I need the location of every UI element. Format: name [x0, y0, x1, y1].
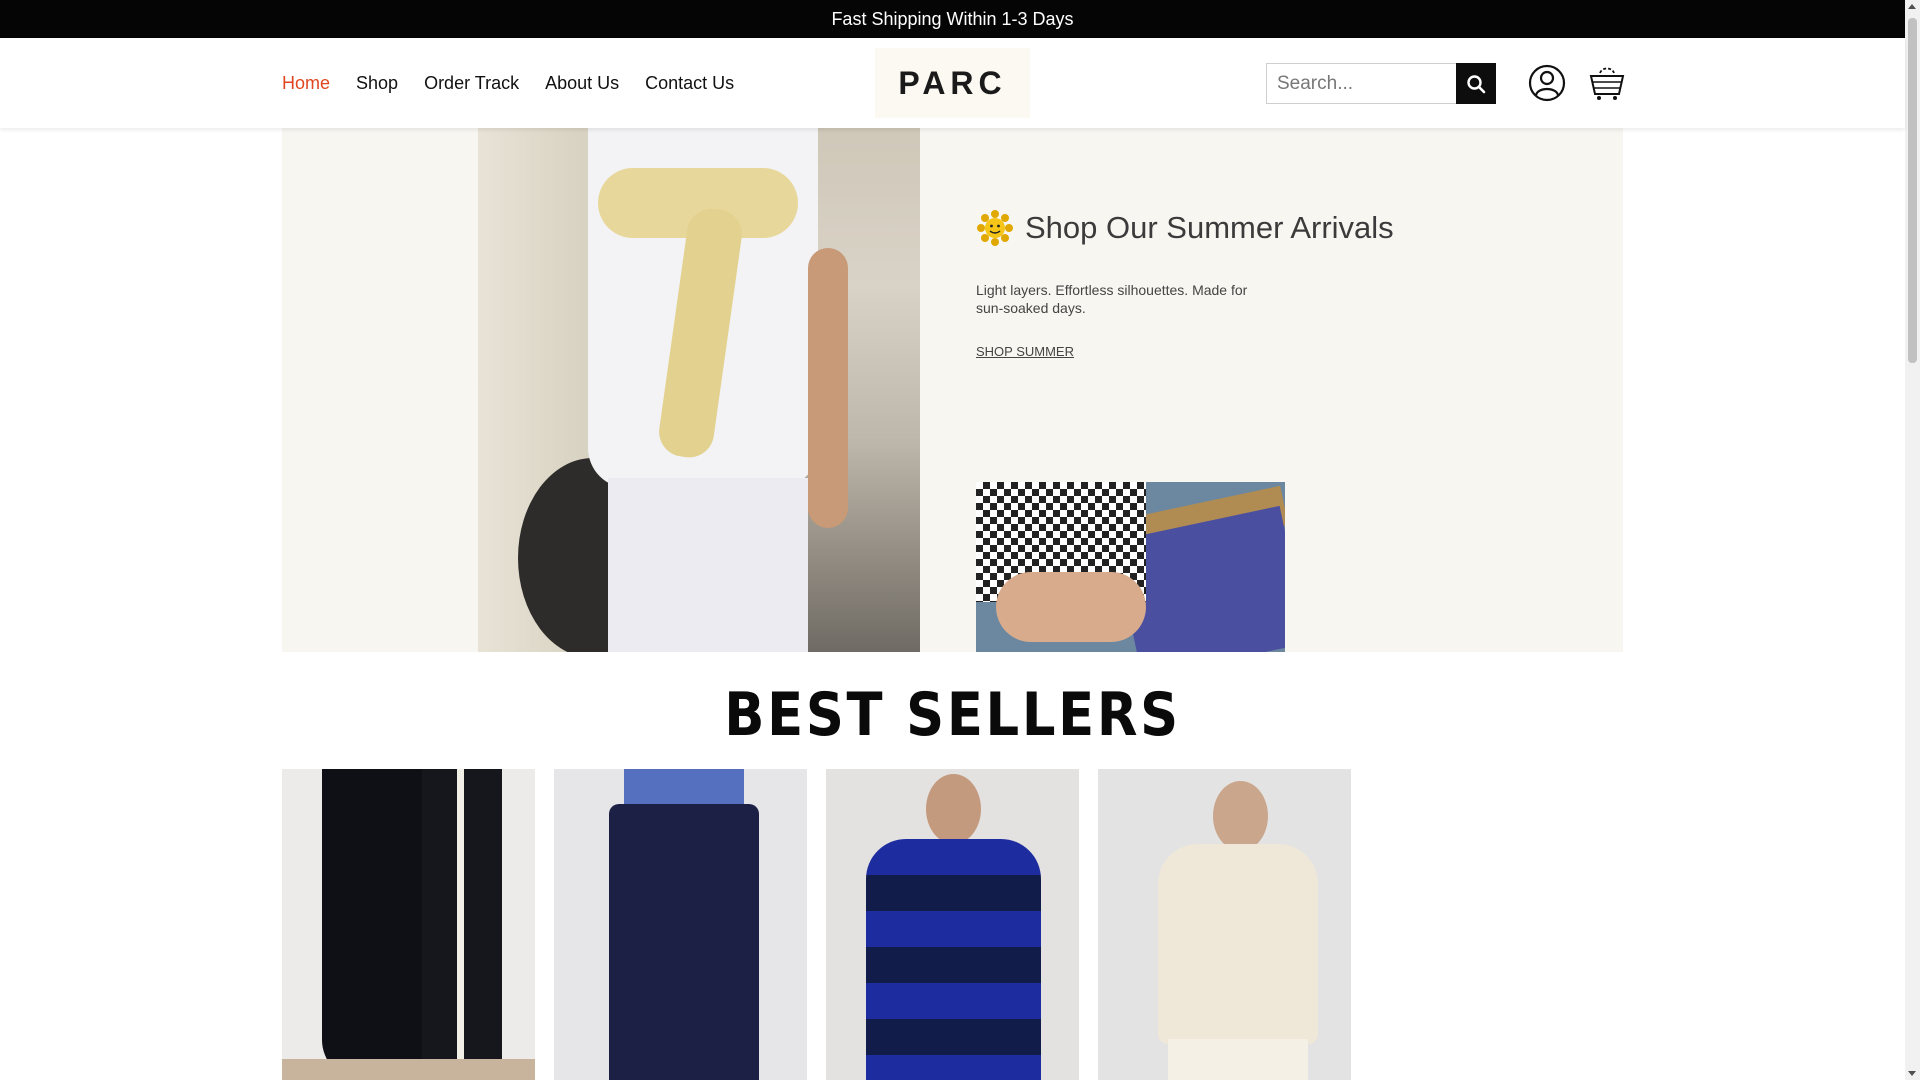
product-card[interactable]	[282, 769, 535, 1080]
best-sellers-grid	[282, 769, 1351, 1080]
product-card[interactable]	[1098, 769, 1351, 1080]
search-icon	[1467, 74, 1486, 93]
best-sellers-title: BEST SELLERS	[724, 680, 1181, 750]
product-card[interactable]	[554, 769, 807, 1080]
nav-home[interactable]: Home	[282, 73, 330, 94]
account-button[interactable]	[1526, 62, 1568, 104]
scroll-up-arrow-icon[interactable]	[1908, 4, 1916, 9]
logo-text: PARC	[898, 64, 1007, 101]
product-card[interactable]	[826, 769, 1079, 1080]
scroll-down-arrow-icon[interactable]	[1908, 1071, 1916, 1076]
nav-about-us[interactable]: About Us	[545, 73, 619, 94]
user-account-icon	[1528, 64, 1566, 102]
hero-main-photo	[478, 128, 920, 652]
hero-banner[interactable]: Shop Our Summer Arrivals Light layers. E…	[282, 128, 1623, 652]
hero-description: Light layers. Effortless silhouettes. Ma…	[976, 282, 1248, 316]
nav-contact-us[interactable]: Contact Us	[645, 73, 734, 94]
main-nav: Home Shop Order Track About Us Contact U…	[282, 38, 734, 128]
shop-summer-link[interactable]: SHOP SUMMER	[976, 344, 1074, 359]
shopping-cart-icon	[1589, 67, 1625, 100]
hero-secondary-photo	[976, 482, 1285, 652]
sun-flower-icon	[977, 210, 1013, 246]
search-button[interactable]	[1456, 63, 1496, 104]
page-scrollbar[interactable]	[1905, 0, 1920, 1080]
nav-shop[interactable]: Shop	[356, 73, 398, 94]
cart-button[interactable]	[1586, 62, 1628, 104]
announcement-text: Fast Shipping Within 1-3 Days	[831, 8, 1074, 29]
search-bar	[1266, 63, 1496, 104]
hero-heading: Shop Our Summer Arrivals	[975, 208, 1394, 248]
nav-order-track[interactable]: Order Track	[424, 73, 519, 94]
site-header: Home Shop Order Track About Us Contact U…	[0, 38, 1905, 128]
search-input[interactable]	[1266, 63, 1456, 104]
scrollbar-thumb[interactable]	[1908, 18, 1917, 363]
logo[interactable]: PARC	[875, 48, 1030, 118]
announcement-bar: Fast Shipping Within 1-3 Days	[0, 0, 1905, 38]
hero-title: Shop Our Summer Arrivals	[1025, 210, 1394, 245]
